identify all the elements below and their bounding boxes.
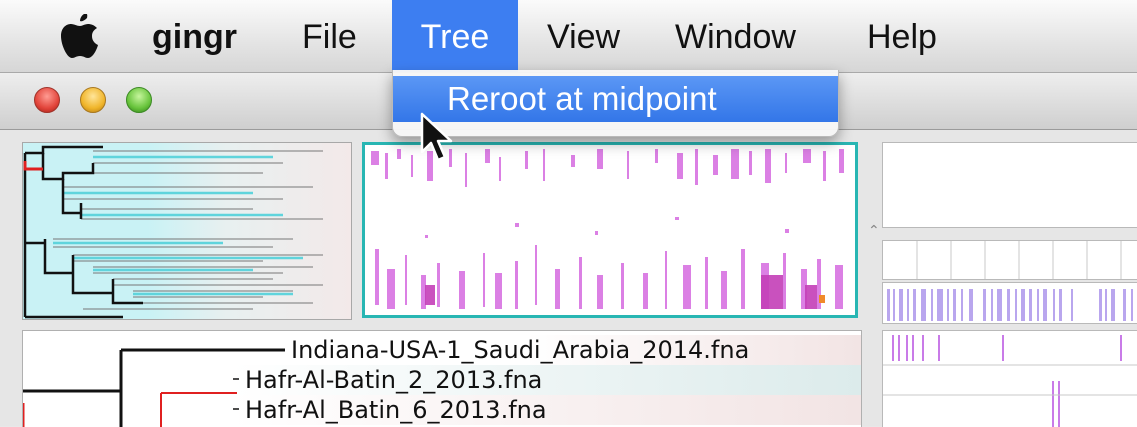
tree-branches: [23, 348, 285, 427]
overview-alignment-panel[interactable]: [362, 142, 858, 318]
apple-logo-icon: [61, 13, 98, 58]
tree-detail-panel[interactable]: Indiana-USA-1_Saudi_Arabia_2014.fna Hafr…: [22, 330, 862, 427]
window-minimize-button[interactable]: [80, 87, 106, 113]
window-zoom-button[interactable]: [126, 87, 152, 113]
overview-tree-drawing: [23, 145, 323, 319]
menu-bar: gingr File Tree View Window Help: [0, 0, 1137, 73]
menu-app-gingr[interactable]: gingr: [136, 0, 253, 72]
detail-snp-lines: [883, 335, 1137, 427]
annotation-panel[interactable]: [882, 142, 1137, 228]
ruler-ticks: [916, 241, 1122, 279]
snp-hotspot: [819, 295, 825, 303]
apple-menu-icon[interactable]: [60, 13, 100, 60]
window-close-button[interactable]: [34, 87, 60, 113]
menu-tree[interactable]: Tree: [392, 0, 518, 72]
tree-root-highlight: [23, 161, 43, 171]
menu-window[interactable]: Window: [659, 0, 812, 72]
position-ruler[interactable]: [882, 240, 1137, 280]
mouse-pointer-icon: [420, 112, 453, 162]
snp-heatmap: [371, 149, 844, 309]
tree-menu-dropdown: Reroot at midpoint: [392, 70, 839, 137]
menu-view[interactable]: View: [531, 0, 636, 72]
menu-help[interactable]: Help: [851, 0, 953, 72]
splitter-arrow-icon[interactable]: ⌃: [868, 222, 880, 239]
tree-alignment-detail[interactable]: [882, 330, 1137, 427]
menu-item-reroot-at-midpoint[interactable]: Reroot at midpoint: [393, 76, 838, 122]
menu-file[interactable]: File: [286, 0, 373, 72]
snp-density-strip[interactable]: [882, 282, 1137, 324]
window-content: ⌃ Indiana-USA-1_Saudi_Arabia_2014.fna Ha…: [0, 130, 1137, 427]
overview-tree-panel[interactable]: [22, 142, 352, 320]
snp-density-bars: [887, 289, 1133, 321]
